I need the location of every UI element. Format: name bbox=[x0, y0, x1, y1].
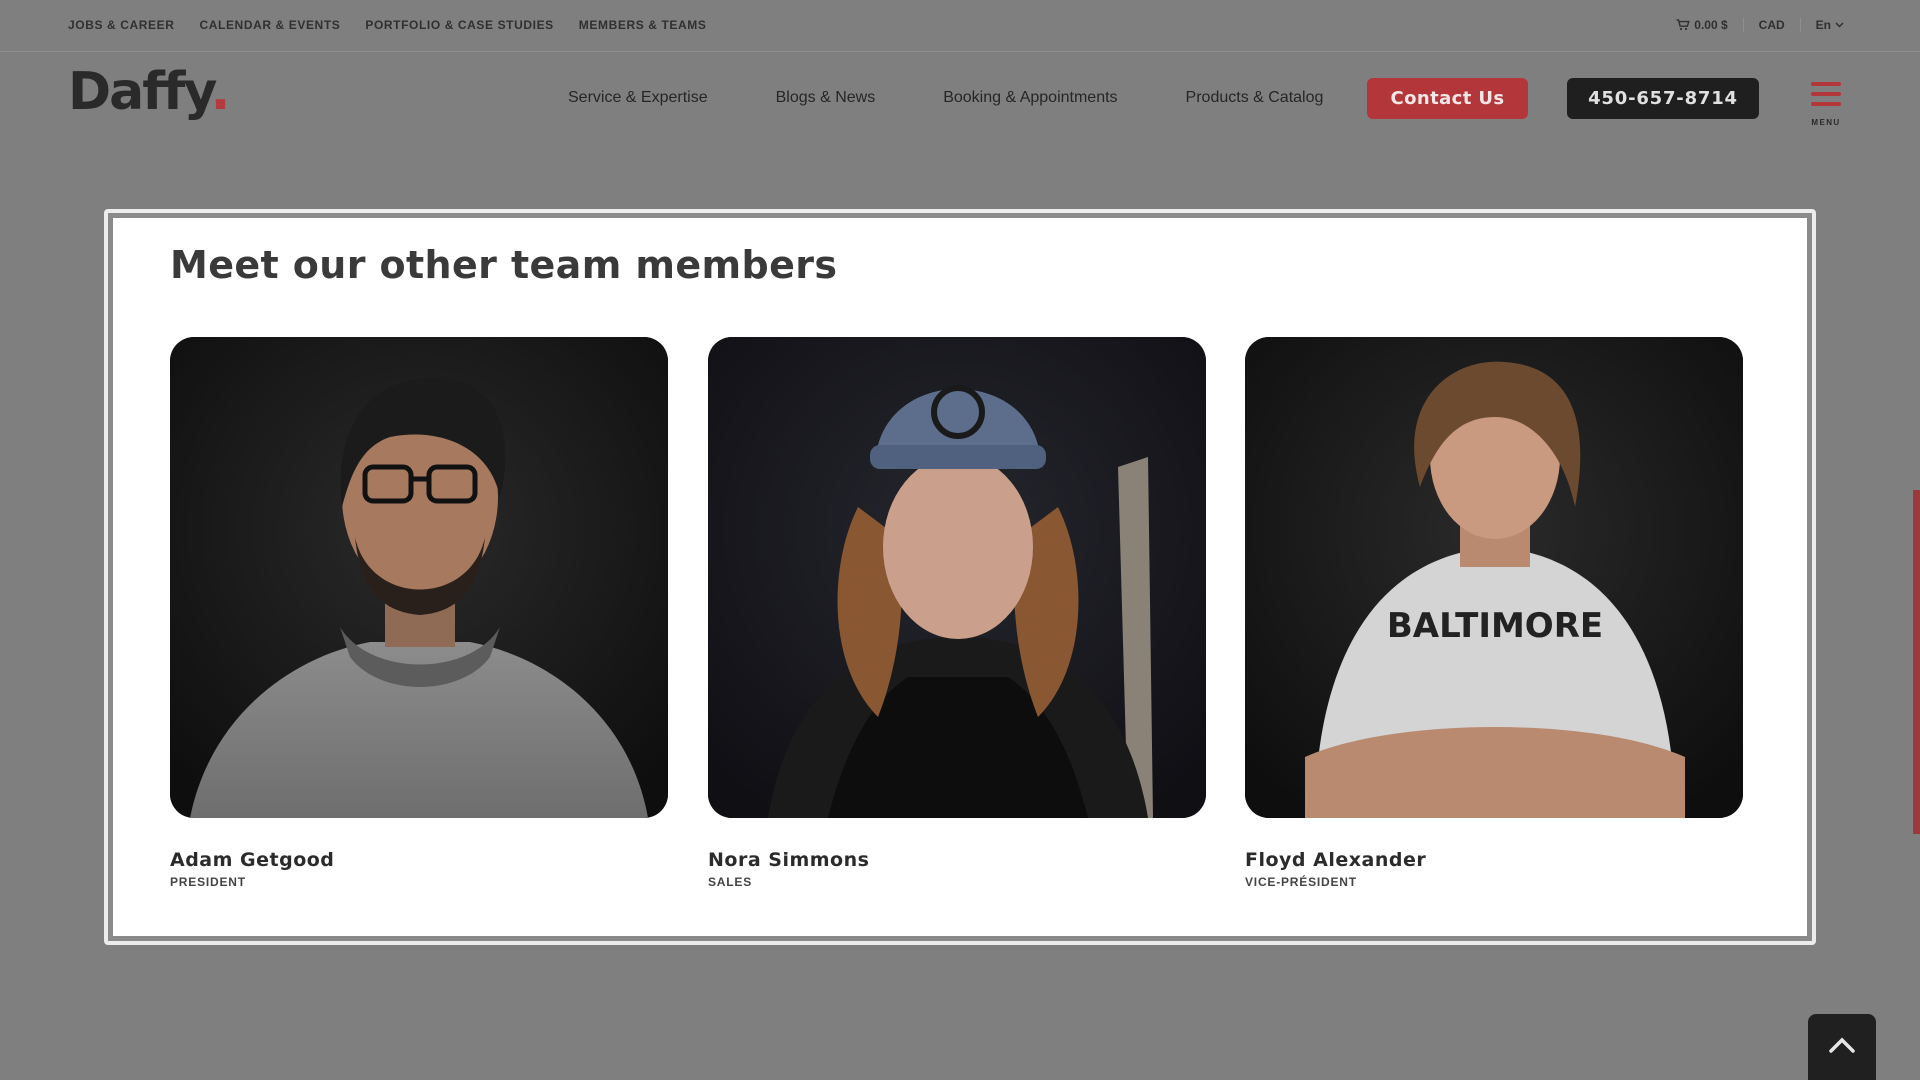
member-name: Adam Getgood bbox=[170, 849, 335, 871]
chevron-down-icon bbox=[1835, 22, 1844, 28]
member-photo bbox=[170, 337, 668, 818]
logo[interactable]: Daffy. bbox=[68, 62, 231, 122]
phone-button[interactable]: 450-657-8714 bbox=[1567, 78, 1759, 119]
member-role: Vice-président bbox=[1245, 875, 1357, 889]
member-photo bbox=[708, 337, 1206, 818]
chevron-up-icon bbox=[1828, 1036, 1856, 1059]
section-title: Meet our other team members bbox=[170, 243, 838, 287]
team-member-card[interactable]: BALTIMORE Floyd Alexander Vice-président bbox=[1245, 337, 1743, 889]
menu-button[interactable]: MENU bbox=[1810, 80, 1842, 127]
nav-services[interactable]: Service & Expertise bbox=[568, 89, 708, 107]
utility-bar: Jobs & Career Calendar & Events Portfoli… bbox=[0, 0, 1920, 52]
menu-label: MENU bbox=[1811, 118, 1841, 127]
team-modal: Meet our other team members Adam Getgood… bbox=[113, 218, 1807, 936]
utility-link-members[interactable]: Members & Teams bbox=[579, 18, 707, 32]
member-name: Nora Simmons bbox=[708, 849, 870, 871]
member-role: Sales bbox=[708, 875, 753, 889]
cart-icon bbox=[1676, 19, 1691, 31]
utility-links: Jobs & Career Calendar & Events Portfoli… bbox=[68, 0, 706, 50]
logo-dot: . bbox=[210, 62, 231, 122]
divider bbox=[1799, 18, 1801, 32]
nav-products[interactable]: Products & Catalog bbox=[1186, 89, 1324, 107]
member-name: Floyd Alexander bbox=[1245, 849, 1427, 871]
team-member-card[interactable]: Nora Simmons Sales bbox=[708, 337, 1206, 889]
utility-link-calendar[interactable]: Calendar & Events bbox=[199, 18, 340, 32]
cart-button[interactable]: 0.00 $ bbox=[1676, 18, 1728, 32]
scroll-to-top-button[interactable] bbox=[1808, 1014, 1876, 1080]
contact-button[interactable]: Contact Us bbox=[1367, 78, 1528, 119]
logo-text: Daffy bbox=[68, 62, 213, 122]
member-photo: BALTIMORE bbox=[1245, 337, 1743, 818]
member-role: President bbox=[170, 875, 246, 889]
shirt-text: BALTIMORE bbox=[1387, 606, 1603, 646]
main-header: Daffy. Service & Expertise Blogs & News … bbox=[0, 52, 1920, 142]
side-accent bbox=[1913, 490, 1920, 834]
utility-right: 0.00 $ CAD En bbox=[1676, 0, 1844, 50]
cart-total: 0.00 $ bbox=[1694, 18, 1728, 32]
currency-selector[interactable]: CAD bbox=[1759, 18, 1785, 32]
hamburger-menu-icon bbox=[1811, 82, 1841, 86]
nav-blogs[interactable]: Blogs & News bbox=[776, 89, 876, 107]
utility-link-portfolio[interactable]: Portfolio & Case Studies bbox=[365, 18, 553, 32]
divider bbox=[1742, 18, 1744, 32]
team-member-card[interactable]: Adam Getgood President bbox=[170, 337, 668, 889]
main-nav: Service & Expertise Blogs & News Booking… bbox=[568, 52, 1323, 144]
nav-booking[interactable]: Booking & Appointments bbox=[943, 89, 1117, 107]
utility-link-jobs[interactable]: Jobs & Career bbox=[68, 18, 174, 32]
language-label: En bbox=[1815, 18, 1831, 32]
language-selector[interactable]: En bbox=[1816, 18, 1844, 32]
